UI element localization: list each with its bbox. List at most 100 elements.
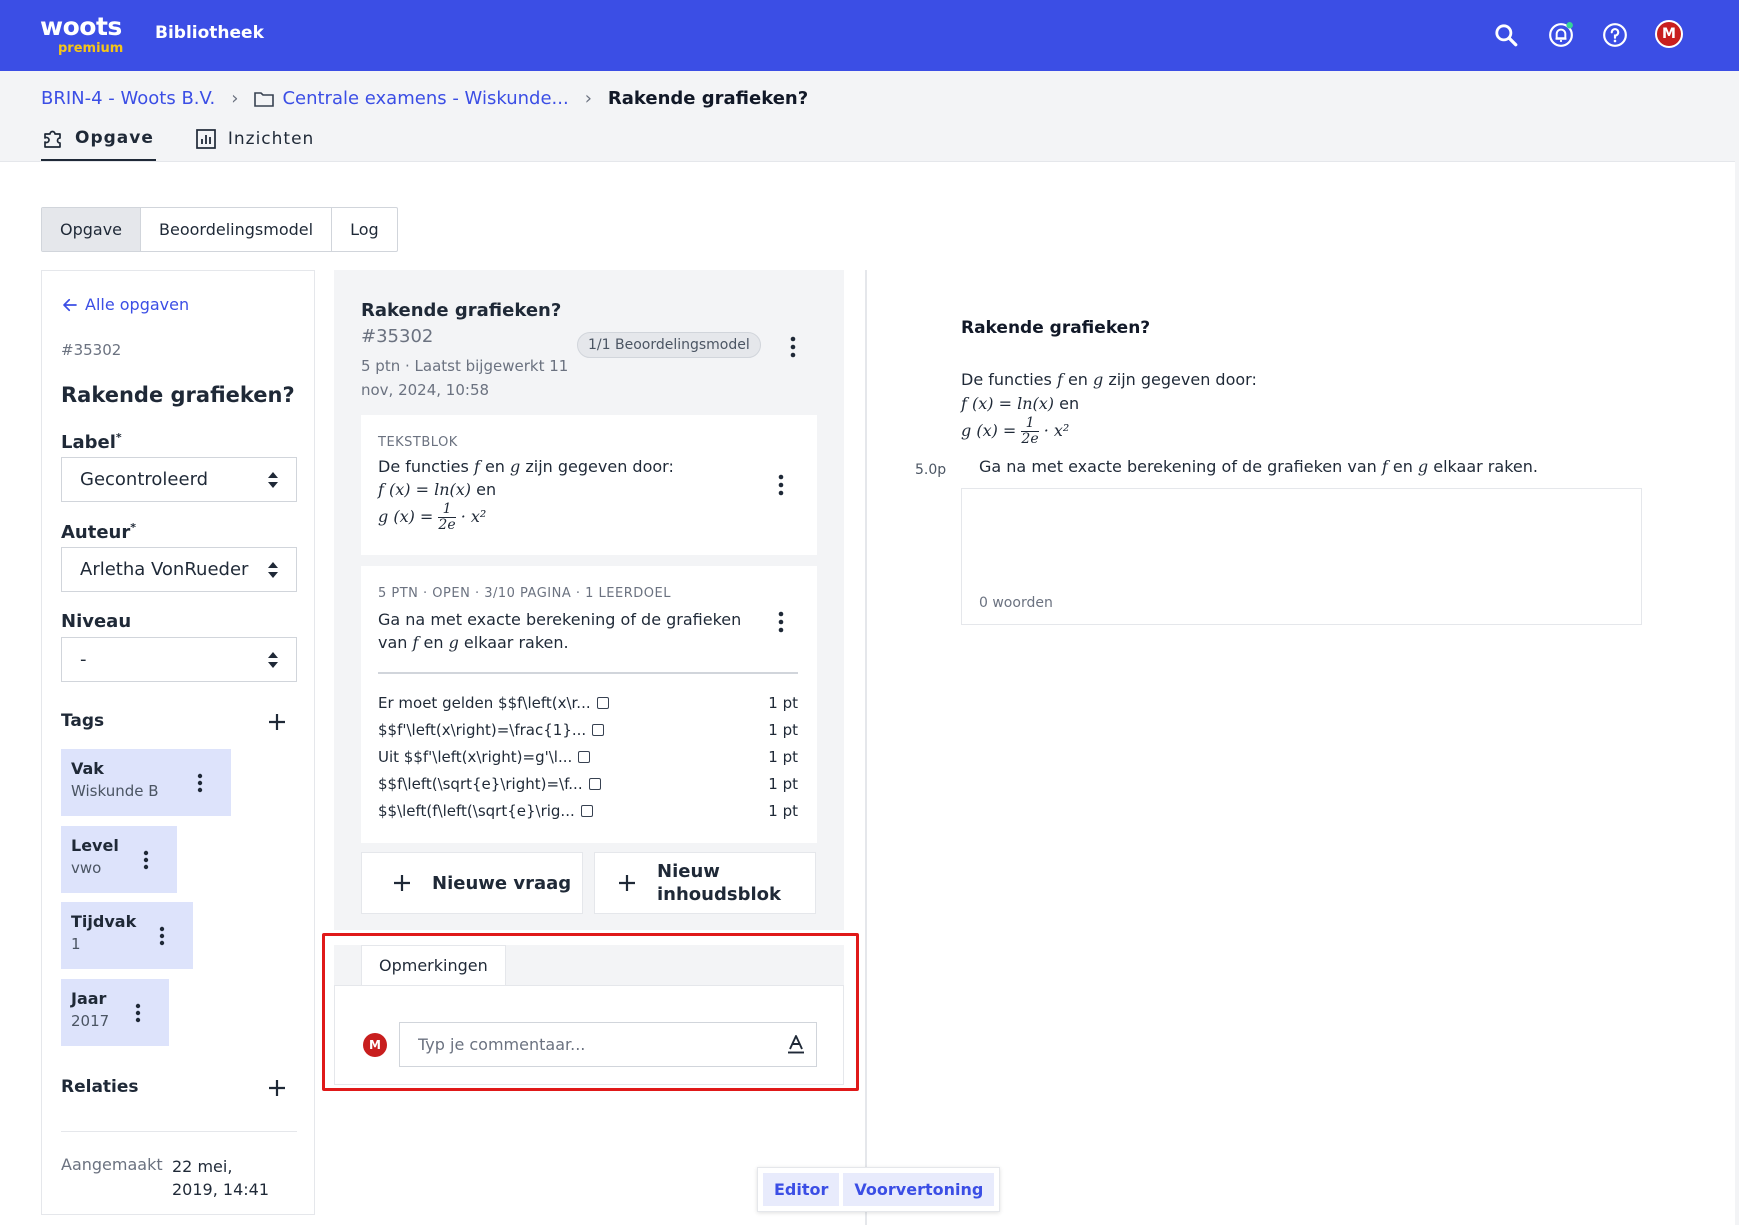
preview-question-text: Ga na met exacte berekening of de grafie… [979, 457, 1538, 476]
sort-arrows-icon [268, 562, 278, 578]
preview-answer-box[interactable]: 0 woorden [961, 488, 1642, 625]
tag-chip[interactable]: Tijdvak 1 [61, 902, 193, 969]
preview-question-points: 5.0p [915, 462, 947, 478]
search-icon[interactable] [1490, 19, 1522, 51]
user-avatar[interactable]: M [1655, 20, 1683, 48]
note-icon [578, 751, 591, 763]
fraction-denominator: 2e [438, 517, 456, 533]
breadcrumb-org-link[interactable]: BRIN-4 - Woots B.V. [41, 88, 215, 109]
editor-panel: Rakende grafieken? #35302 5 ptn · Laatst… [334, 270, 844, 930]
preview-toggle-button[interactable]: Voorvertoning [843, 1173, 995, 1206]
criterion-row[interactable]: Er moet gelden $$f\left(x\r... 1 pt [378, 690, 798, 717]
text-fragment: zijn gegeven door: [520, 457, 674, 476]
woots-logo[interactable]: woots premium [40, 12, 130, 56]
question-card[interactable]: 5 PTN · OPEN · 3/10 PAGINA · 1 LEERDOEL … [361, 566, 817, 843]
more-vertical-icon[interactable] [778, 474, 784, 496]
math-var: g [1093, 370, 1104, 389]
chevron-right-icon: › [231, 88, 239, 109]
relaties-heading: Relaties [61, 1077, 297, 1097]
new-question-label: Nieuwe vraag [432, 872, 572, 894]
created-label: Aangemaakt [61, 1155, 163, 1174]
more-vertical-icon[interactable] [197, 773, 203, 793]
text-fragment: en [471, 480, 497, 499]
criterion-text: Uit $$f'\left(x\right)=g'\l... [378, 748, 573, 766]
niveau-heading: Niveau [61, 611, 132, 632]
criterion-row[interactable]: $$f\left(\sqrt{e}\right)=\f... 1 pt [378, 771, 798, 798]
scrollbar-track[interactable] [1735, 71, 1739, 1225]
back-to-all-items-link[interactable]: Alle opgaven [61, 295, 189, 314]
new-content-block-label: Nieuw inhoudsblok [657, 861, 781, 905]
fraction-numerator: 1 [438, 502, 456, 518]
more-vertical-icon[interactable] [159, 926, 165, 946]
add-tag-plus-icon[interactable] [267, 712, 287, 732]
criterion-text: $$f'\left(x\right)=\frac{1}... [378, 721, 587, 739]
notification-bell-icon[interactable] [1545, 19, 1577, 51]
tags-heading: Tags [61, 711, 297, 731]
question-kicker: 5 PTN · OPEN · 3/10 PAGINA · 1 LEERDOEL [378, 586, 671, 601]
fraction-numerator: 1 [1021, 416, 1039, 432]
editor-toggle-button[interactable]: Editor [763, 1173, 840, 1206]
new-question-button[interactable]: Nieuwe vraag [361, 852, 583, 914]
label-heading-text: Label [61, 432, 116, 453]
label-select[interactable]: Gecontroleerd [61, 457, 297, 502]
add-relation-plus-icon[interactable] [267, 1078, 287, 1098]
tag-chip[interactable]: Jaar 2017 [61, 979, 169, 1046]
auteur-heading-text: Auteur [61, 522, 131, 543]
criterion-row[interactable]: $$\left(f\left(\sqrt{e}\rig... 1 pt [378, 798, 798, 825]
app-title[interactable]: Bibliotheek [155, 23, 264, 43]
panel-divider [865, 270, 867, 1225]
tab-opgave[interactable]: Opgave [41, 125, 156, 161]
required-mark: * [115, 431, 122, 444]
criterion-row[interactable]: $$f'\left(x\right)=\frac{1}... 1 pt [378, 717, 798, 744]
more-vertical-icon[interactable] [790, 336, 796, 358]
sort-arrows-icon [268, 652, 278, 668]
plus-icon [619, 875, 635, 891]
criterion-text: $$\left(f\left(\sqrt{e}\rig... [378, 802, 575, 820]
highlight-frame [322, 933, 859, 1091]
tab-inzichten[interactable]: Inzichten [194, 125, 316, 161]
math-expression: f (x) = ln(x) [961, 394, 1055, 413]
required-mark: * [130, 521, 137, 534]
note-icon [580, 805, 593, 817]
tag-value: 1 [71, 935, 81, 953]
back-label: Alle opgaven [85, 295, 190, 314]
breadcrumb-folder-link[interactable]: Centrale examens - Wiskunde... [282, 88, 568, 109]
label-heading: Label* [61, 431, 122, 453]
segment-log[interactable]: Log [332, 208, 397, 251]
note-icon [596, 697, 609, 709]
niveau-select[interactable]: - [61, 637, 297, 682]
tag-value: 2017 [71, 1012, 110, 1030]
fraction: 1 2e [1021, 416, 1039, 447]
tab-opgave-label: Opgave [75, 128, 154, 148]
math-expression: g (x) = [961, 421, 1017, 440]
auteur-select[interactable]: Arletha VonRueder [61, 547, 297, 592]
item-editor-id: #35302 [361, 326, 434, 347]
text-fragment: De functies [961, 370, 1057, 389]
breadcrumb: BRIN-4 - Woots B.V. › Centrale examens -… [41, 88, 808, 109]
preview-title: Rakende grafieken? [961, 318, 1151, 338]
criterion-row[interactable]: Uit $$f'\left(x\right)=g'\l... 1 pt [378, 744, 798, 771]
tag-chip[interactable]: Vak Wiskunde B [61, 749, 231, 816]
new-content-block-button[interactable]: Nieuw inhoudsblok [594, 852, 816, 914]
more-vertical-icon[interactable] [135, 1003, 141, 1023]
text-block-card[interactable]: TEKSTBLOK De functies f en g zijn gegeve… [361, 415, 817, 555]
more-vertical-icon[interactable] [778, 611, 784, 633]
top-tabs: Opgave Inzichten [41, 125, 354, 161]
text-fragment: zijn gegeven door: [1103, 370, 1257, 389]
item-title: Rakende grafieken? [61, 383, 295, 407]
sub-header: BRIN-4 - Woots B.V. › Centrale examens -… [0, 71, 1739, 162]
text-fragment: en [479, 457, 511, 476]
criterion-points: 1 pt [768, 775, 798, 793]
text-fragment: elkaar raken. [1428, 457, 1538, 476]
criterion-points: 1 pt [768, 694, 798, 712]
segment-opgave[interactable]: Opgave [42, 208, 142, 251]
segment-beoordelingsmodel[interactable]: Beoordelingsmodel [141, 208, 333, 251]
math-expression: f (x) = ln(x) [378, 480, 472, 499]
tag-chip[interactable]: Level vwo [61, 826, 177, 893]
criterion-points: 1 pt [768, 721, 798, 739]
more-vertical-icon[interactable] [143, 850, 149, 870]
label-select-value: Gecontroleerd [80, 469, 209, 490]
text-block-kicker: TEKSTBLOK [378, 435, 458, 450]
scoring-model-badge[interactable]: 1/1 Beoordelingsmodel [577, 332, 761, 358]
help-icon[interactable] [1599, 19, 1631, 51]
